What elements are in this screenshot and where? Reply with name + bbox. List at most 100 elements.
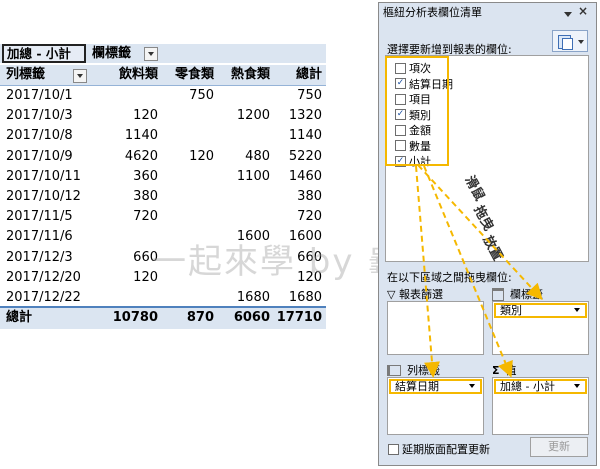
pivot-row: 2017/11/5 720 720 <box>0 207 326 227</box>
column-header[interactable]: 熱食類 <box>214 65 270 85</box>
field-item[interactable]: 項目 <box>395 92 431 107</box>
row-labels-heading: 列標籤 <box>387 362 440 378</box>
row-label[interactable]: 2017/10/1 <box>6 86 90 106</box>
update-button[interactable]: 更新 <box>530 437 588 457</box>
row-labels-filter-button[interactable] <box>73 69 87 83</box>
field-item[interactable]: ✓ 結算日期 <box>395 77 453 92</box>
close-icon[interactable]: × <box>578 4 588 18</box>
defer-layout-update[interactable]: 延期版面配置更新 <box>388 441 490 457</box>
row-label[interactable]: 2017/12/3 <box>6 248 90 268</box>
row-label[interactable]: 2017/11/5 <box>6 207 90 227</box>
field-item[interactable]: 項次 <box>395 61 431 76</box>
column-header[interactable]: 零食類 <box>158 65 214 85</box>
field-item[interactable]: 金額 <box>395 123 431 138</box>
value-cell[interactable] <box>158 106 214 126</box>
value-cell[interactable]: 750 <box>270 86 322 106</box>
checkbox[interactable] <box>395 62 406 74</box>
grand-total-value: 6060 <box>233 310 270 325</box>
value-cell[interactable]: 1320 <box>270 106 322 126</box>
checked-checkbox[interactable]: ✓ <box>395 155 406 167</box>
value-cell[interactable]: 1140 <box>270 126 322 146</box>
sigma-icon: Σ <box>492 364 500 377</box>
field-label: 金額 <box>409 124 431 137</box>
checked-checkbox[interactable]: ✓ <box>395 109 406 120</box>
value-cell[interactable]: 380 <box>270 187 322 207</box>
value-cell[interactable]: 5220 <box>270 147 322 167</box>
value-cell[interactable]: 660 <box>90 248 158 268</box>
field-label: 類別 <box>409 108 431 122</box>
panel-options-icon[interactable] <box>564 12 572 17</box>
value-cell[interactable] <box>158 187 214 207</box>
value-cell[interactable]: 1200 <box>214 106 270 126</box>
column-field-chip[interactable]: 類別 <box>494 303 587 318</box>
row-label[interactable]: 2017/10/11 <box>6 167 90 187</box>
field-label: 數量 <box>409 139 431 153</box>
value-cell[interactable] <box>158 126 214 146</box>
values-heading: Σ值 <box>492 362 517 378</box>
column-labels-zone[interactable]: 類別 <box>492 301 589 355</box>
row-label[interactable]: 2017/10/9 <box>6 147 90 167</box>
value-cell[interactable]: 1140 <box>90 126 158 146</box>
value-cell[interactable]: 720 <box>90 207 158 227</box>
value-cell[interactable]: 120 <box>90 268 158 288</box>
pivot-value-field-label[interactable]: 加總 - 小計 <box>2 44 86 63</box>
chevron-down-icon <box>578 40 584 44</box>
value-cell[interactable] <box>214 207 270 227</box>
value-cell[interactable]: 4620 <box>90 147 158 167</box>
row-label[interactable]: 2017/10/12 <box>6 187 90 207</box>
layout-options-button[interactable] <box>552 30 588 52</box>
row-label[interactable]: 2017/12/22 <box>6 288 90 308</box>
field-item[interactable]: 數量 <box>395 139 431 154</box>
field-item[interactable]: ✓ 類別 <box>395 108 431 123</box>
value-cell[interactable]: 360 <box>90 167 158 187</box>
value-cell[interactable]: 1460 <box>270 167 322 187</box>
column-labels-header: 欄標籤 <box>92 46 132 61</box>
value-cell[interactable]: 120 <box>158 147 214 167</box>
value-cell[interactable] <box>90 86 158 106</box>
value-cell[interactable]: 1680 <box>270 288 322 308</box>
defer-checkbox[interactable] <box>388 443 399 455</box>
checked-checkbox[interactable]: ✓ <box>395 78 406 89</box>
value-cell[interactable] <box>214 187 270 207</box>
row-labels-label: 列標籤 <box>407 364 440 377</box>
value-cell[interactable] <box>158 167 214 187</box>
checkbox[interactable] <box>395 124 406 136</box>
column-header[interactable]: 飲料類 <box>90 65 158 85</box>
values-zone[interactable]: 加總 - 小計 <box>492 377 589 435</box>
column-labels-label: 欄標籤 <box>510 288 543 301</box>
value-cell[interactable]: 380 <box>90 187 158 207</box>
value-cell[interactable] <box>90 227 158 247</box>
value-cell[interactable]: 120 <box>90 106 158 126</box>
row-label[interactable]: 2017/11/6 <box>6 227 90 247</box>
value-cell[interactable]: 1680 <box>214 288 270 308</box>
row-label[interactable]: 2017/12/20 <box>6 268 90 288</box>
row-label[interactable]: 2017/10/8 <box>6 126 90 146</box>
value-cell[interactable] <box>158 207 214 227</box>
report-filter-zone[interactable] <box>387 301 484 355</box>
row-labels-zone[interactable]: 結算日期 <box>387 377 484 435</box>
pivot-row: 2017/10/9 4620 120 480 5220 <box>0 147 326 167</box>
pivot-body: 2017/10/1 750 750 2017/10/3 120 1200 1320 2017/… <box>0 86 326 328</box>
chevron-down-icon <box>574 384 580 388</box>
value-cell[interactable] <box>90 288 158 308</box>
value-cell[interactable] <box>214 86 270 106</box>
field-label: 小計 <box>409 155 431 168</box>
row-label[interactable]: 2017/10/3 <box>6 106 90 126</box>
pivot-row: 2017/10/3 120 1200 1320 <box>0 106 326 126</box>
column-labels-filter-button[interactable] <box>144 47 158 61</box>
value-cell[interactable]: 750 <box>158 86 214 106</box>
field-item[interactable]: ✓ 小計 <box>395 154 431 169</box>
checkbox[interactable] <box>395 93 406 105</box>
chevron-down-icon <box>469 384 475 388</box>
value-cell[interactable]: 720 <box>270 207 322 227</box>
value-cell[interactable]: 1100 <box>214 167 270 187</box>
column-header: 總計 <box>295 67 322 82</box>
row-field-chip[interactable]: 結算日期 <box>389 379 482 394</box>
chevron-down-icon <box>148 52 154 56</box>
field-label: 項目 <box>409 93 431 106</box>
values-field-chip[interactable]: 加總 - 小計 <box>494 379 587 394</box>
value-cell[interactable] <box>214 126 270 146</box>
value-cell[interactable] <box>158 288 214 308</box>
value-cell[interactable]: 480 <box>214 147 270 167</box>
checkbox[interactable] <box>395 140 406 151</box>
